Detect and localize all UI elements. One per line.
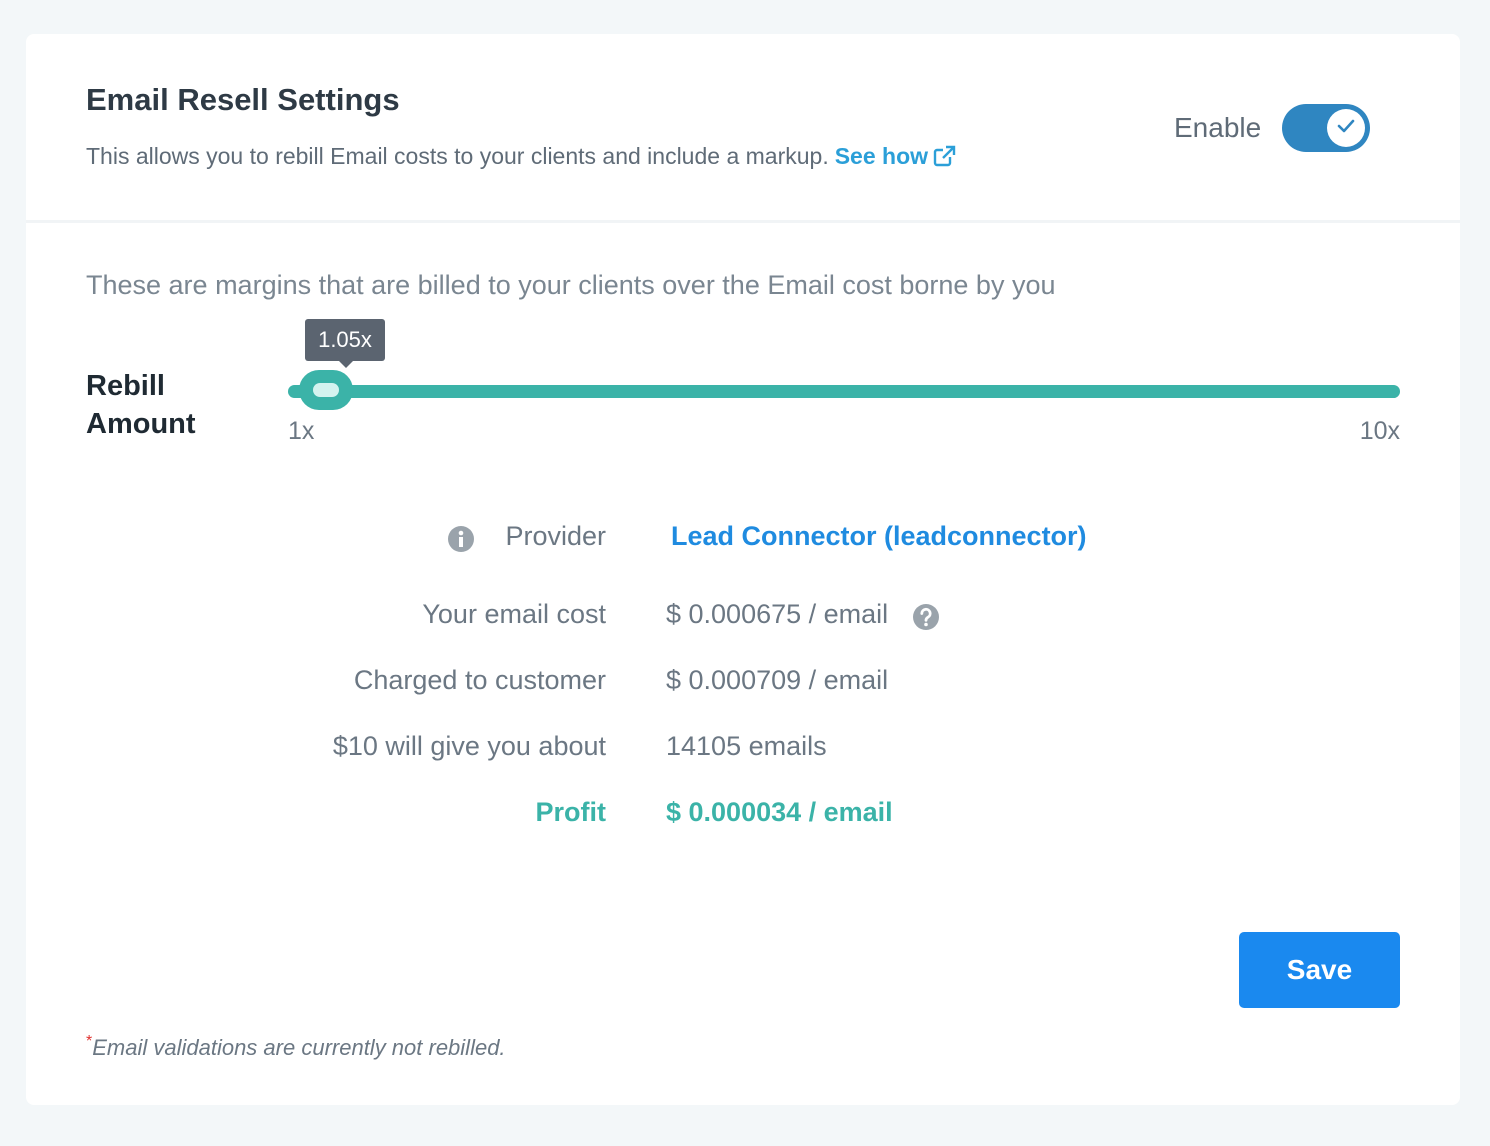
slider-value-tooltip: 1.05x: [305, 319, 385, 368]
estimate-label: $10 will give you about: [332, 731, 606, 761]
provider-label: Provider: [505, 521, 606, 551]
rebill-slider-track[interactable]: [288, 385, 1400, 398]
external-link-icon: [933, 145, 957, 173]
email-resell-card: Email Resell Settings This allows you to…: [26, 34, 1460, 1105]
page-subtitle: This allows you to rebill Email costs to…: [86, 143, 957, 173]
subtitle-text: This allows you to rebill Email costs to…: [86, 143, 829, 169]
charged-label: Charged to customer: [353, 665, 606, 695]
info-icon: [447, 525, 475, 558]
estimate-value: 14105 emails: [666, 731, 827, 761]
slider-max-label: 10x: [1359, 417, 1400, 445]
provider-link[interactable]: Lead Connector (leadconnector): [671, 521, 1087, 552]
toggle-knob: [1327, 109, 1365, 147]
page-title: Email Resell Settings: [86, 82, 400, 117]
charged-value: $ 0.000709 / email: [666, 665, 889, 695]
card-header: Email Resell Settings This allows you to…: [26, 34, 1460, 223]
save-button[interactable]: Save: [1239, 932, 1400, 1008]
help-icon[interactable]: [912, 603, 940, 636]
email-cost-label: Your email cost: [422, 599, 606, 629]
email-cost-value: $ 0.000675 / email: [666, 599, 889, 629]
profit-value: $ 0.000034 / email: [666, 797, 893, 827]
footnote-text: Email validations are currently not rebi…: [92, 1035, 506, 1060]
footnote: *Email validations are currently not reb…: [86, 1033, 506, 1061]
rebill-slider-fill: [288, 385, 1400, 398]
see-how-label: See how: [834, 143, 929, 169]
checkmark-icon: [1337, 119, 1355, 138]
profit-label: Profit: [535, 797, 607, 827]
rebill-slider-handle[interactable]: [299, 370, 353, 410]
slider-handle-grip: [313, 383, 339, 397]
slider-min-label: 1x: [288, 417, 315, 445]
enable-toggle[interactable]: [1282, 104, 1370, 152]
margins-description: These are margins that are billed to you…: [86, 270, 1056, 300]
see-how-link[interactable]: See how: [835, 143, 957, 169]
enable-label: Enable: [1174, 112, 1262, 143]
rebill-amount-label: Rebill Amount: [86, 370, 196, 440]
